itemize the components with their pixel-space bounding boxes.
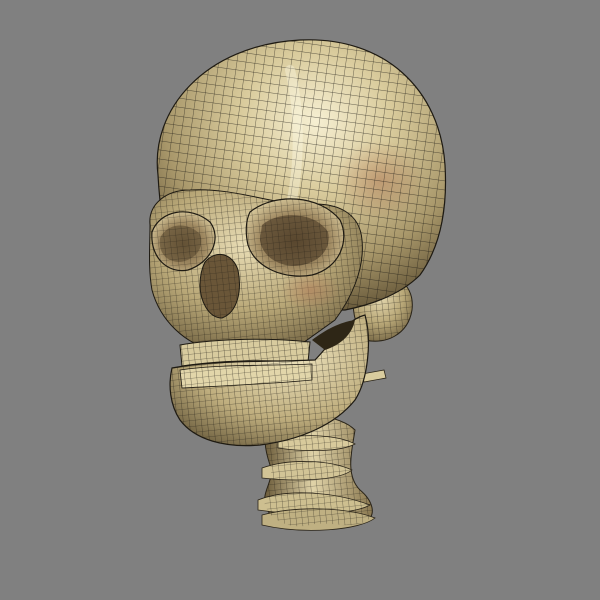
skull-render <box>149 39 447 531</box>
viewport <box>0 0 600 600</box>
